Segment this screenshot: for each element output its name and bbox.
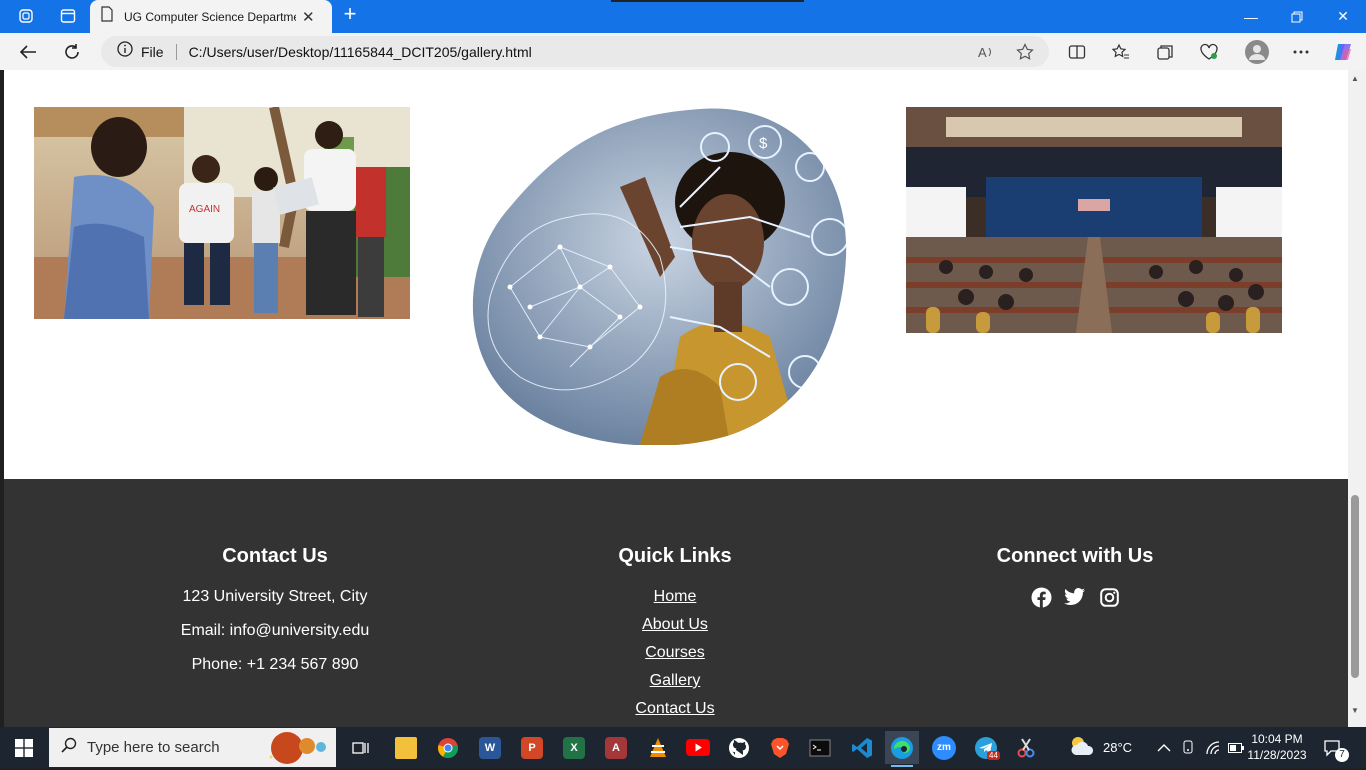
- clock-time: 10:04 PM: [1251, 732, 1303, 746]
- browser-toolbar: File C:/Users/user/Desktop/11165844_DCIT…: [0, 33, 1366, 70]
- powerpoint-icon[interactable]: P: [515, 731, 549, 764]
- svg-text:$: $: [759, 135, 768, 152]
- back-button[interactable]: [14, 38, 42, 66]
- taskbar-clock[interactable]: 10:04 PM 11/28/2023: [1244, 731, 1310, 763]
- new-tab-button[interactable]: +: [338, 3, 362, 27]
- chrome-icon[interactable]: [431, 731, 465, 764]
- youtube-icon[interactable]: [681, 731, 715, 764]
- word-icon[interactable]: W: [473, 731, 507, 764]
- contact-address: 123 University Street, City: [182, 588, 368, 605]
- twitter-icon[interactable]: [1064, 586, 1086, 608]
- footer-connect-section: Connect with Us: [975, 545, 1175, 608]
- task-view-icon[interactable]: [344, 731, 378, 764]
- instagram-icon[interactable]: [1098, 586, 1120, 608]
- scroll-thumb[interactable]: [1351, 495, 1359, 678]
- tab-actions-icon[interactable]: [54, 4, 82, 28]
- collections-icon[interactable]: [1154, 41, 1176, 63]
- connect-heading: Connect with Us: [996, 545, 1154, 567]
- browser-essentials-icon[interactable]: [1198, 41, 1220, 63]
- info-icon[interactable]: [117, 41, 133, 62]
- file-scheme-label: File: [141, 43, 164, 60]
- site-footer: Contact Us 123 University Street, City E…: [4, 479, 1348, 727]
- page-viewport: AGAIN $ Contact Us 123 University Street…: [4, 70, 1348, 727]
- footer-link-gallery[interactable]: Gallery: [575, 670, 775, 691]
- brave-icon[interactable]: [763, 731, 797, 764]
- contact-email: Email: info@university.edu: [180, 622, 370, 639]
- github-icon[interactable]: [722, 731, 756, 764]
- gallery-image-students: AGAIN: [34, 107, 410, 319]
- quick-links-heading: Quick Links: [618, 545, 732, 567]
- footer-link-contact[interactable]: Contact Us: [575, 698, 775, 719]
- partly-cloudy-icon: [1068, 735, 1096, 760]
- more-options-icon[interactable]: [1290, 41, 1312, 63]
- footer-quick-links: Quick Links Home About Us Courses Galler…: [575, 545, 775, 726]
- social-icons: [975, 586, 1175, 608]
- split-screen-icon[interactable]: [1066, 41, 1088, 63]
- contact-heading: Contact Us: [222, 545, 328, 567]
- footer-link-courses[interactable]: Courses: [575, 642, 775, 663]
- clock-date: 11/28/2023: [1247, 748, 1307, 762]
- svg-text:A: A: [978, 45, 987, 60]
- read-aloud-icon[interactable]: A: [975, 41, 997, 63]
- show-hidden-icons-chevron-icon[interactable]: [1157, 727, 1171, 768]
- weather-temp: 28°C: [1103, 740, 1133, 755]
- file-explorer-icon[interactable]: [389, 731, 423, 764]
- vlc-icon[interactable]: [641, 731, 675, 764]
- page-scrollbar[interactable]: ▲ ▼: [1348, 70, 1366, 727]
- copilot-icon[interactable]: [1332, 41, 1354, 63]
- zoom-icon[interactable]: zm: [927, 731, 961, 764]
- svg-text:AGAIN: AGAIN: [189, 204, 220, 215]
- profile-avatar[interactable]: [1244, 39, 1270, 65]
- start-button[interactable]: [0, 727, 48, 768]
- minimize-button[interactable]: —: [1228, 0, 1274, 33]
- scroll-down-arrow[interactable]: ▼: [1350, 706, 1360, 716]
- vscode-icon[interactable]: [845, 731, 879, 764]
- favorites-icon[interactable]: [1110, 41, 1132, 63]
- workspaces-icon[interactable]: [12, 4, 40, 28]
- footer-contact-section: Contact Us 123 University Street, City E…: [175, 545, 375, 688]
- browser-tab-bar: UG Computer Science Departme ✕ + — ✕: [0, 0, 1366, 33]
- edge-icon[interactable]: [885, 731, 919, 767]
- close-tab-icon[interactable]: ✕: [302, 8, 315, 26]
- snipping-tool-icon[interactable]: [1009, 731, 1043, 764]
- weather-widget[interactable]: 28°C: [1068, 727, 1132, 768]
- excel-icon[interactable]: X: [557, 731, 591, 764]
- footer-link-home[interactable]: Home: [575, 586, 775, 607]
- tab-title: UG Computer Science Departme: [124, 9, 296, 24]
- telegram-badge: 44: [987, 751, 1000, 760]
- facebook-icon[interactable]: [1030, 586, 1052, 608]
- address-separator: [175, 43, 177, 60]
- tab-gallery[interactable]: UG Computer Science Departme ✕: [90, 0, 332, 33]
- search-placeholder: Type here to search: [87, 739, 220, 756]
- taskbar-search-box[interactable]: Type here to search: [49, 728, 336, 767]
- scroll-up-arrow[interactable]: ▲: [1350, 74, 1360, 84]
- gallery-image-digital-brain: $: [470, 107, 848, 445]
- battery-icon[interactable]: [1228, 727, 1244, 768]
- search-icon: [61, 737, 77, 758]
- gallery-image-conference: [906, 107, 1282, 333]
- access-icon[interactable]: A: [599, 731, 633, 764]
- notification-center-icon[interactable]: 7: [1323, 727, 1349, 768]
- search-highlight-planets-icon: [267, 731, 331, 770]
- restore-button[interactable]: [1274, 0, 1320, 33]
- terminal-icon[interactable]: [803, 731, 837, 764]
- page-icon: [100, 6, 114, 27]
- contact-phone: Phone: +1 234 567 890: [191, 656, 359, 673]
- url-text[interactable]: C:/Users/user/Desktop/11165844_DCIT205/g…: [189, 44, 532, 60]
- meet-now-icon[interactable]: [1181, 727, 1197, 768]
- close-window-button[interactable]: ✕: [1320, 0, 1366, 33]
- refresh-button[interactable]: [58, 38, 86, 66]
- windows-taskbar: Type here to search W P X A zm 44 28°C 1…: [0, 727, 1366, 768]
- address-bar[interactable]: File C:/Users/user/Desktop/11165844_DCIT…: [101, 36, 1049, 67]
- notification-count-badge: 7: [1335, 748, 1349, 762]
- wifi-icon[interactable]: [1205, 727, 1221, 768]
- favorite-star-icon[interactable]: [1014, 41, 1036, 63]
- footer-link-about[interactable]: About Us: [575, 614, 775, 635]
- tab-drag-indicator: [611, 0, 804, 2]
- telegram-icon[interactable]: 44: [969, 731, 1003, 764]
